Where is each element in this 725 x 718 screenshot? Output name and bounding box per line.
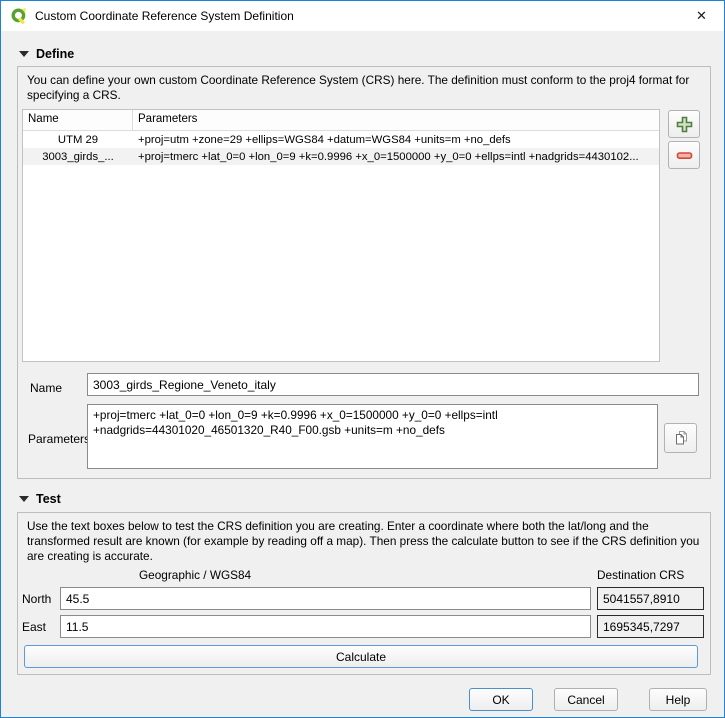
define-groupbox: You can define your own custom Coordinat… xyxy=(17,66,711,479)
qgis-logo-icon xyxy=(10,7,28,25)
crs-definition-dialog: Custom Coordinate Reference System Defin… xyxy=(0,0,725,718)
crs-parameters-textarea[interactable]: +proj=tmerc +lat_0=0 +lon_0=9 +k=0.9996 … xyxy=(87,404,658,469)
title-bar: Custom Coordinate Reference System Defin… xyxy=(1,1,724,31)
copy-icon xyxy=(673,430,689,446)
test-section-title: Test xyxy=(36,492,61,506)
window-title: Custom Coordinate Reference System Defin… xyxy=(35,9,294,23)
test-groupbox: Use the text boxes below to test the CRS… xyxy=(17,512,711,675)
test-description: Use the text boxes below to test the CRS… xyxy=(27,519,705,564)
calculate-button[interactable]: Calculate xyxy=(24,645,698,668)
test-section-header[interactable]: Test xyxy=(19,491,61,507)
define-section-title: Define xyxy=(36,47,74,61)
ok-button[interactable]: OK xyxy=(469,688,533,711)
close-button[interactable]: ✕ xyxy=(679,1,724,30)
help-button[interactable]: Help xyxy=(649,688,707,711)
east-result-box: 1695345,7297 xyxy=(597,615,704,638)
close-icon: ✕ xyxy=(696,8,707,24)
crs-name-cell: 3003_girds_... xyxy=(23,151,133,163)
define-description: You can define your own custom Coordinat… xyxy=(27,73,705,103)
destination-crs-label: Destination CRS xyxy=(597,568,684,582)
cancel-button[interactable]: Cancel xyxy=(554,688,618,711)
north-label: North xyxy=(22,592,51,606)
east-label: East xyxy=(22,620,46,634)
column-header-name: Name xyxy=(23,110,133,130)
name-label: Name xyxy=(30,381,62,395)
define-section-header[interactable]: Define xyxy=(19,46,74,62)
geographic-wgs84-label: Geographic / WGS84 xyxy=(139,568,251,582)
north-result-box: 5041557,8910 xyxy=(597,587,704,610)
crs-parameters-cell: +proj=utm +zone=29 +ellips=WGS84 +datum=… xyxy=(133,134,659,146)
copy-parameters-button[interactable] xyxy=(664,423,697,453)
collapse-arrow-icon xyxy=(19,51,29,57)
east-input[interactable] xyxy=(60,615,591,638)
parameters-label: Parameters xyxy=(28,432,90,446)
crs-parameters-cell: +proj=tmerc +lat_0=0 +lon_0=9 +k=0.9996 … xyxy=(133,151,659,163)
remove-crs-button[interactable] xyxy=(668,141,700,169)
table-row[interactable]: UTM 29 +proj=utm +zone=29 +ellips=WGS84 … xyxy=(23,131,659,148)
table-row[interactable]: 3003_girds_... +proj=tmerc +lat_0=0 +lon… xyxy=(23,148,659,165)
plus-icon xyxy=(676,116,693,133)
crs-table-header: Name Parameters xyxy=(23,110,659,131)
collapse-arrow-icon xyxy=(19,496,29,502)
column-header-parameters: Parameters xyxy=(133,110,659,130)
crs-table: Name Parameters UTM 29 +proj=utm +zone=2… xyxy=(22,109,660,362)
minus-icon xyxy=(676,147,693,164)
crs-name-input[interactable] xyxy=(87,373,699,396)
add-crs-button[interactable] xyxy=(668,110,700,138)
north-input[interactable] xyxy=(60,587,591,610)
crs-name-cell: UTM 29 xyxy=(23,134,133,146)
